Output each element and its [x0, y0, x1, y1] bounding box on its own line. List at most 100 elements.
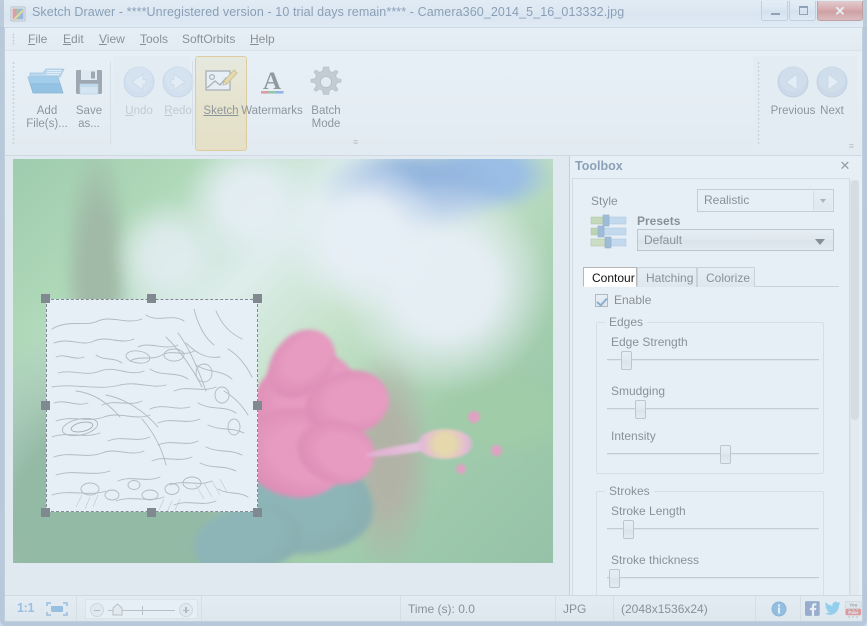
- slider-thumb[interactable]: [635, 400, 646, 419]
- slider-thumb[interactable]: [609, 569, 620, 588]
- menu-edit[interactable]: Edit: [58, 31, 89, 47]
- slider-track: [607, 359, 819, 361]
- maximize-icon: [799, 6, 808, 15]
- tab-colorize[interactable]: Colorize: [697, 267, 755, 287]
- presets-dropdown[interactable]: Default: [637, 229, 834, 251]
- toolbar-separator-2: [192, 61, 193, 145]
- edge-strength-slider[interactable]: [607, 350, 819, 370]
- toolbar-separator-1: [110, 61, 111, 145]
- info-icon[interactable]: [771, 601, 787, 617]
- smudging-slider[interactable]: [607, 399, 819, 419]
- toolbox-header: Toolbox ✕: [570, 156, 862, 178]
- minimize-button[interactable]: [761, 1, 788, 21]
- enable-checkbox[interactable]: [595, 293, 608, 307]
- navigation-expand-icon[interactable]: ≡: [849, 142, 854, 151]
- status-bar: 1:1 Time (s): 0.0 JPG (2048x1536x24) You: [5, 595, 862, 621]
- zoom-ratio-label[interactable]: 1:1: [17, 601, 34, 615]
- letter-a-icon: A: [239, 59, 305, 105]
- menu-softorbits[interactable]: SoftOrbits: [177, 31, 240, 47]
- save-as-button[interactable]: Save as...: [63, 56, 115, 151]
- navigation-grip[interactable]: [757, 61, 760, 145]
- time-cell: Time (s): 0.0: [401, 596, 556, 621]
- next-arrow-icon: [811, 59, 853, 105]
- chevron-down-icon[interactable]: [813, 191, 832, 210]
- intensity-slider[interactable]: [607, 444, 819, 464]
- presets-value: Default: [644, 233, 683, 247]
- sliders-icon: [589, 214, 629, 250]
- image-canvas[interactable]: [5, 156, 570, 615]
- enable-checkbox-row[interactable]: Enable: [595, 293, 651, 307]
- selection-handle-e[interactable]: [253, 401, 262, 410]
- strokes-group-title: Strokes: [605, 484, 654, 498]
- presets-label: Presets: [637, 214, 681, 228]
- minimize-icon: [771, 13, 780, 15]
- tab-hatching[interactable]: Hatching: [637, 267, 697, 287]
- style-label: Style: [591, 194, 618, 208]
- next-button[interactable]: Next: [810, 56, 854, 151]
- toolbox-tabs: Contour Hatching Colorize: [583, 267, 839, 287]
- enable-label: Enable: [614, 293, 652, 307]
- fit-to-screen-icon[interactable]: [46, 602, 68, 616]
- slider-thumb[interactable]: [720, 445, 731, 464]
- spacer-cell: [201, 596, 401, 621]
- stroke-thickness-label: Stroke thickness: [611, 553, 700, 567]
- menu-help[interactable]: Help: [245, 31, 280, 47]
- facebook-icon[interactable]: [805, 601, 820, 616]
- selection-region[interactable]: [41, 294, 262, 517]
- client-area: File Edit View Tools SoftOrbits Help Add…: [4, 28, 863, 622]
- toolbar-grip[interactable]: [12, 61, 15, 145]
- toolbox-scrollbar[interactable]: [850, 180, 859, 613]
- stamen-tip: [456, 464, 466, 474]
- dimensions-cell: (2048x1536x24): [614, 596, 756, 621]
- slider-thumb[interactable]: [623, 520, 634, 539]
- close-button[interactable]: ✕: [817, 1, 863, 21]
- stamen-cluster: [417, 429, 473, 459]
- menu-bar: File Edit View Tools SoftOrbits Help: [5, 28, 862, 51]
- selection-handle-s[interactable]: [147, 508, 156, 517]
- stroke-length-label: Stroke Length: [611, 504, 686, 518]
- twitter-icon[interactable]: [824, 601, 841, 616]
- selection-handle-se[interactable]: [253, 508, 262, 517]
- stamen-tip: [468, 411, 480, 423]
- tab-contour[interactable]: Contour: [583, 267, 637, 287]
- selection-handle-nw[interactable]: [41, 294, 50, 303]
- toolbox-title: Toolbox: [575, 159, 623, 173]
- slider-track: [607, 577, 819, 579]
- stroke-length-slider[interactable]: [607, 519, 819, 539]
- format-cell: JPG: [556, 596, 614, 621]
- selection-handle-ne[interactable]: [253, 294, 262, 303]
- watermarks-button[interactable]: A Watermarks: [238, 56, 306, 151]
- toolbox-close-icon[interactable]: ✕: [838, 159, 852, 173]
- batch-mode-label: Batch Mode: [311, 105, 341, 130]
- resize-grip[interactable]: [847, 607, 859, 619]
- window-controls: ✕: [761, 1, 863, 21]
- selection-handle-sw[interactable]: [41, 508, 50, 517]
- photo-image[interactable]: [13, 159, 553, 563]
- toolbox-scrollbar-thumb[interactable]: [851, 180, 859, 420]
- stroke-thickness-slider[interactable]: [607, 568, 819, 588]
- slider-track: [607, 453, 819, 455]
- info-cell[interactable]: [756, 596, 801, 621]
- svg-text:A: A: [263, 68, 281, 95]
- title-bar: Sketch Drawer - ****Unregistered version…: [0, 0, 867, 28]
- smudging-label: Smudging: [611, 384, 666, 398]
- zoom-slider-cell: [77, 596, 201, 621]
- selection-handle-w[interactable]: [41, 401, 50, 410]
- slider-track: [607, 528, 819, 530]
- intensity-label: Intensity: [611, 429, 656, 443]
- selection-handle-n[interactable]: [147, 294, 156, 303]
- menu-view[interactable]: View: [94, 31, 130, 47]
- style-dropdown[interactable]: Realistic: [697, 189, 834, 212]
- slider-thumb[interactable]: [621, 351, 632, 370]
- sketch-preview: [46, 299, 258, 512]
- batch-mode-button[interactable]: Batch Mode: [300, 56, 352, 151]
- save-floppy-icon: [64, 59, 114, 105]
- menu-grip[interactable]: [12, 33, 15, 46]
- stamen-tip: [491, 445, 502, 456]
- maximize-button[interactable]: [789, 1, 816, 21]
- menu-tools[interactable]: Tools: [135, 31, 173, 47]
- app-icon: [10, 6, 26, 22]
- chevron-down-icon: [815, 239, 825, 245]
- menu-file[interactable]: File: [23, 31, 52, 47]
- window-title: Sketch Drawer - ****Unregistered version…: [32, 5, 625, 19]
